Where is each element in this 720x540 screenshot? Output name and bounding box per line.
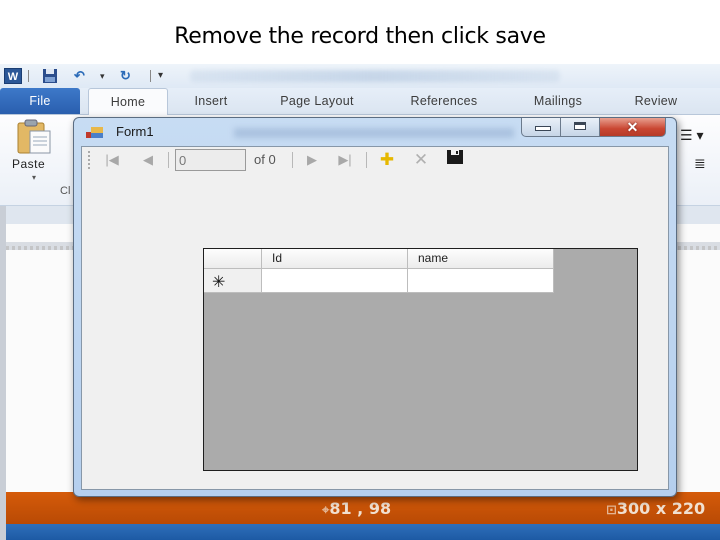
maximize-icon	[574, 122, 586, 130]
close-icon: ✕	[626, 119, 639, 135]
add-new-button[interactable]: ✚	[376, 150, 398, 170]
undo-dropdown-icon[interactable]: ▾	[100, 68, 110, 84]
customize-qat-icon[interactable]: ▾	[158, 68, 170, 84]
position-input[interactable]	[175, 149, 246, 171]
tab-file[interactable]: File	[0, 88, 80, 114]
separator	[150, 70, 151, 82]
form-title: Form1	[116, 124, 154, 139]
title-blurred	[234, 128, 514, 138]
align-right-icon[interactable]: ≣	[694, 155, 706, 172]
word-logo-icon: W	[4, 68, 22, 84]
separator	[366, 152, 367, 168]
save-icon	[447, 150, 463, 164]
save-button[interactable]	[444, 150, 466, 170]
tab-mailings[interactable]: Mailings	[514, 88, 602, 114]
tab-home[interactable]: Home	[88, 88, 168, 115]
move-next-button[interactable]: ▶	[302, 150, 322, 170]
delete-button[interactable]: ✕	[410, 150, 432, 170]
tab-references[interactable]: References	[390, 88, 498, 114]
paste-icon[interactable]	[16, 119, 54, 155]
minimize-button[interactable]	[521, 118, 561, 137]
list-icon[interactable]: ☰ ▾	[680, 127, 703, 144]
data-grid-view[interactable]: Id name ✳	[203, 248, 638, 471]
close-button[interactable]: ✕	[600, 118, 666, 137]
separator	[168, 152, 169, 168]
undo-icon[interactable]: ↶	[74, 68, 92, 84]
window-title-blurred	[190, 70, 560, 82]
ribbon-tabs: File Home Insert Page Layout References …	[0, 88, 720, 115]
redo-icon[interactable]: ↻	[120, 68, 138, 84]
form-icon	[86, 126, 104, 140]
size-readout: ⊡300 x 220	[606, 499, 706, 518]
save-icon[interactable]	[42, 68, 60, 84]
minimize-icon	[535, 126, 551, 131]
taskbar	[6, 524, 720, 540]
grid-corner-header[interactable]	[204, 249, 262, 269]
location-readout: ⌖81 , 98	[322, 499, 392, 518]
cell-id[interactable]	[262, 269, 408, 293]
paste-dropdown-icon[interactable]: ▾	[32, 173, 36, 182]
slide-title: Remove the record then click save	[174, 24, 546, 49]
count-label: of 0	[254, 152, 276, 167]
move-last-button[interactable]: ▶|	[334, 150, 356, 170]
size-icon: ⊡	[606, 503, 617, 518]
separator	[292, 152, 293, 168]
form1-window: Form1 ✕ |◀ ◀ of 0 ▶ ▶| ✚ ✕ Id name	[73, 117, 677, 497]
window-controls: ✕	[521, 118, 666, 138]
tab-insert[interactable]: Insert	[176, 88, 246, 114]
form-client-area: |◀ ◀ of 0 ▶ ▶| ✚ ✕ Id name ✳	[81, 146, 669, 490]
new-row-header[interactable]: ✳	[204, 269, 262, 293]
paste-button[interactable]: Paste	[12, 157, 45, 171]
tab-review[interactable]: Review	[618, 88, 694, 114]
maximize-button[interactable]	[561, 118, 600, 137]
cell-name[interactable]	[408, 269, 554, 293]
clipboard-group-label: Cl	[60, 185, 71, 197]
tab-page-layout[interactable]: Page Layout	[262, 88, 372, 114]
column-header-id[interactable]: Id	[262, 249, 408, 269]
move-previous-button[interactable]: ◀	[138, 150, 158, 170]
separator	[28, 70, 29, 82]
location-icon: ⌖	[322, 503, 330, 518]
column-header-name[interactable]: name	[408, 249, 554, 269]
toolbar-grip[interactable]	[88, 151, 90, 169]
quick-access-toolbar: W ↶ ▾ ↻ ▾	[0, 64, 720, 88]
binding-navigator: |◀ ◀ of 0 ▶ ▶| ✚ ✕	[82, 147, 668, 173]
move-first-button[interactable]: |◀	[102, 150, 122, 170]
